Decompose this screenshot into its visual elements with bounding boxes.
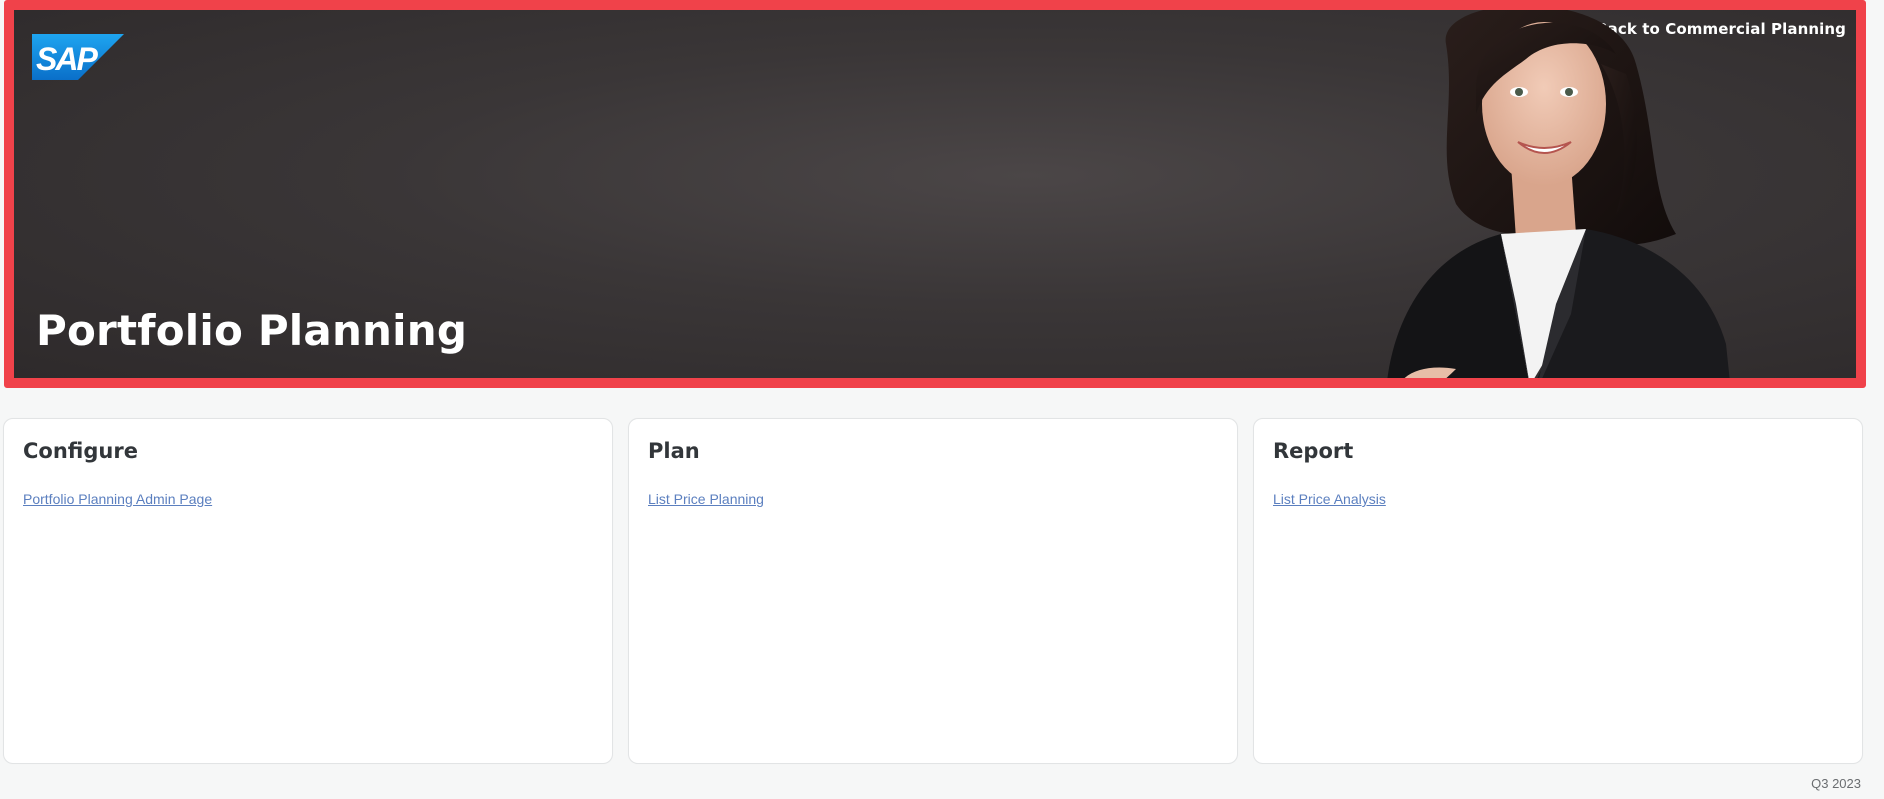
hero-banner: SAP Back to Commercial Planning Portfoli…	[4, 0, 1866, 388]
card-report: Report List Price Analysis	[1253, 418, 1863, 764]
svg-text:SAP: SAP	[36, 41, 98, 77]
sap-logo: SAP	[32, 34, 124, 80]
hero-person-image	[1387, 10, 1730, 378]
card-title: Report	[1273, 439, 1354, 463]
list-price-planning-link[interactable]: List Price Planning	[648, 491, 764, 507]
card-plan: Plan List Price Planning	[628, 418, 1238, 764]
release-label: Q3 2023	[1811, 776, 1861, 791]
card-title: Configure	[23, 439, 138, 463]
page-title: Portfolio Planning	[36, 306, 468, 355]
card-configure: Configure Portfolio Planning Admin Page	[3, 418, 613, 764]
page: SAP Back to Commercial Planning Portfoli…	[0, 0, 1884, 799]
card-title: Plan	[648, 439, 700, 463]
list-price-analysis-link[interactable]: List Price Analysis	[1273, 491, 1386, 507]
portfolio-planning-admin-page-link[interactable]: Portfolio Planning Admin Page	[23, 491, 212, 507]
section-cards: Configure Portfolio Planning Admin Page …	[3, 418, 1863, 764]
